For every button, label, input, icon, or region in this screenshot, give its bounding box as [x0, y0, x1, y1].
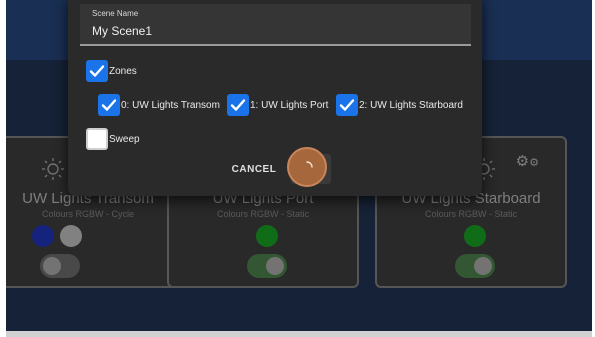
zones-checkbox[interactable] [86, 60, 108, 82]
sweep-label: Sweep [109, 134, 140, 145]
app-background: UW Lights Transom Colours RGBW - Cycle U… [6, 0, 592, 337]
check-icon [89, 65, 105, 77]
scene-name-field[interactable] [80, 4, 471, 46]
scene-name-label: Scene Name [92, 9, 139, 18]
check-icon [101, 99, 117, 111]
sweep-checkbox[interactable] [86, 128, 108, 150]
zone-0-label: 0: UW Lights Transom [121, 100, 220, 111]
spinner-arc [306, 161, 313, 168]
scene-name-input[interactable] [92, 24, 452, 38]
zone-1-checkbox[interactable] [227, 94, 249, 116]
zone-2-checkbox[interactable] [336, 94, 358, 116]
create-scene-dialog: Scene Name Zones 0: UW Lights Transom 1:… [68, 0, 482, 196]
zone-1-label: 1: UW Lights Port [250, 100, 329, 111]
zone-0-checkbox[interactable] [98, 94, 120, 116]
check-icon [230, 99, 246, 111]
zone-2-label: 2: UW Lights Starboard [359, 100, 463, 111]
cancel-button[interactable]: CANCEL [228, 159, 280, 181]
zones-label: Zones [109, 66, 137, 77]
check-icon [339, 99, 355, 111]
